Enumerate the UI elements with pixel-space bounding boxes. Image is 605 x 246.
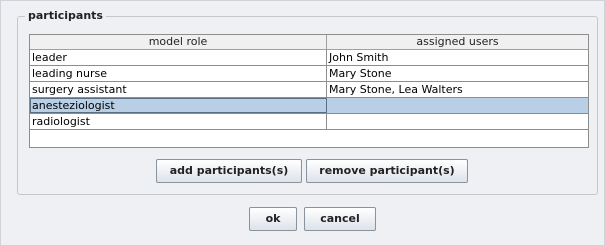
users-cell: Mary Stone (329, 67, 392, 80)
remove-participant-button[interactable]: remove participant(s) (306, 159, 468, 183)
table-header: model role assigned users (30, 35, 588, 50)
role-cell: radiologist (30, 114, 327, 129)
dialog-window: participants model role assigned users l… (0, 0, 605, 246)
users-cell: John Smith (329, 51, 389, 64)
participants-group: participants model role assigned users l… (17, 9, 598, 195)
table-row-selected[interactable]: anesteziologist (30, 98, 588, 114)
table-row[interactable]: surgery assistant Mary Stone, Lea Walter… (30, 82, 588, 98)
users-cell (327, 114, 588, 129)
ok-button[interactable]: ok (249, 207, 297, 231)
participants-table[interactable]: model role assigned users leader John Sm… (29, 34, 589, 148)
role-cell: leading nurse (30, 66, 327, 81)
cancel-button[interactable]: cancel (304, 207, 376, 231)
role-cell: leader (30, 50, 327, 65)
table-row[interactable]: leader John Smith (30, 50, 588, 66)
role-cell: anesteziologist (30, 98, 327, 113)
users-cell: Mary Stone, Lea Walters (329, 83, 463, 96)
table-row[interactable]: leading nurse Mary Stone (30, 66, 588, 82)
column-header-assigned-users[interactable]: assigned users (327, 35, 588, 49)
table-row[interactable]: radiologist (30, 114, 588, 130)
users-cell (327, 98, 588, 113)
column-header-model-role[interactable]: model role (30, 35, 327, 49)
add-participants-button[interactable]: add participants(s) (156, 159, 302, 183)
participants-group-title: participants (25, 9, 106, 22)
role-cell: surgery assistant (30, 82, 327, 97)
